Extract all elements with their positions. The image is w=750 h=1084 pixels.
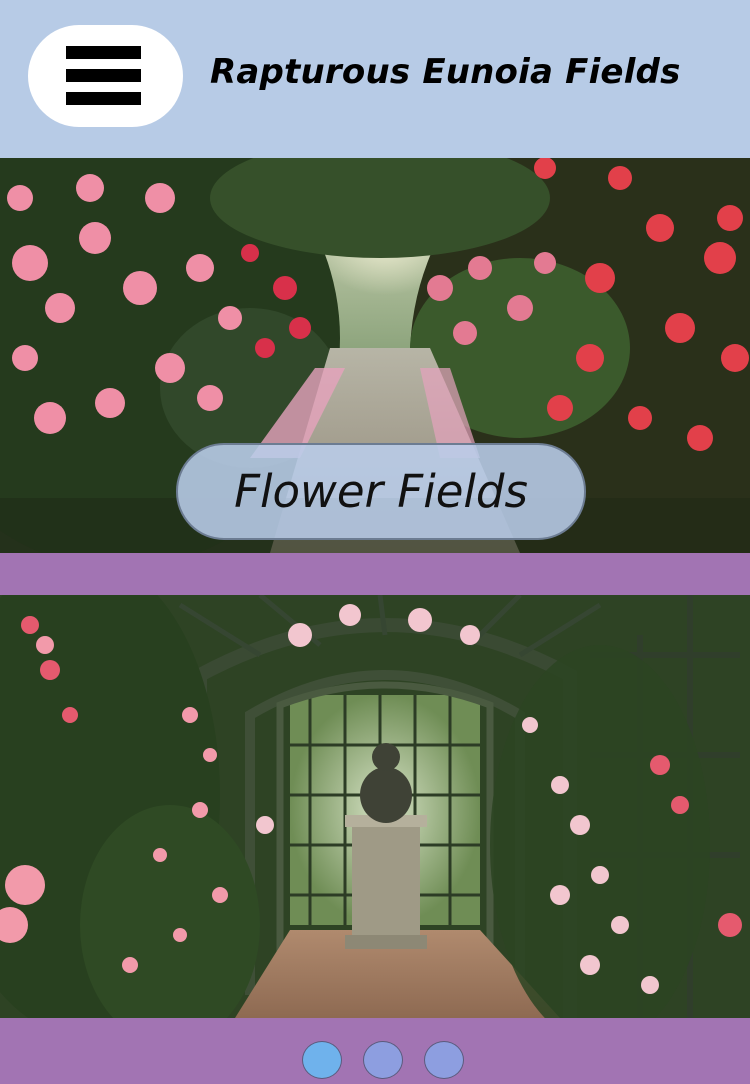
menu-button[interactable] (28, 25, 183, 127)
carousel-dot-2[interactable] (363, 1041, 403, 1079)
app-header: Rapturous Eunoia Fields (0, 0, 750, 158)
carousel-dot-3[interactable] (424, 1041, 464, 1079)
app-title: Rapturous Eunoia Fields (210, 52, 681, 92)
carousel-footer (0, 1018, 750, 1084)
pergola-walkway-image (0, 595, 750, 1018)
slide-caption: Flower Fields (176, 443, 586, 540)
carousel-dot-1[interactable] (302, 1041, 342, 1079)
slide-divider (0, 553, 750, 595)
